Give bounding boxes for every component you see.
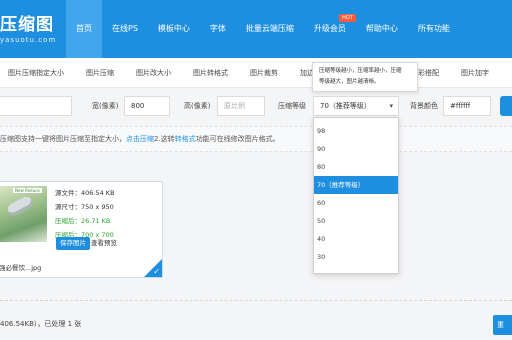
divider [0, 300, 512, 301]
level-option-40[interactable]: 40 [314, 230, 398, 248]
nav-batch-compress[interactable]: 批量云端压缩 [236, 0, 304, 58]
info-mid: 2.这转 [154, 135, 175, 143]
logo-text: 压缩图 [0, 15, 54, 35]
info-link-compress[interactable]: 点击压缩 [126, 135, 154, 143]
bg-color-input[interactable]: #ffffff [443, 96, 491, 116]
nav-home[interactable]: 首页 [66, 0, 102, 58]
image-thumbnail[interactable]: New Reduce [0, 186, 47, 242]
level-option-50[interactable]: 50 [314, 212, 398, 230]
info-link-convert[interactable]: 转格式 [175, 135, 196, 143]
save-image-button[interactable]: 保存图片 [56, 237, 90, 250]
subnav-crop[interactable]: 图片裁剪 [250, 68, 278, 78]
subnav-compress-to-size[interactable]: 图片压缩指定大小 [8, 68, 64, 78]
top-nav-bar: 压缩图 yasuotu.com 首页 在线PS 模板中心 字体 批量云端压缩 升… [0, 0, 512, 58]
check-icon: ✓ [153, 267, 160, 276]
subnav-convert-format[interactable]: 图片转格式 [193, 68, 228, 78]
logo-subtext: yasuotu.com [0, 36, 57, 44]
level-label: 压缩等级 [278, 102, 306, 110]
info-prefix: 压缩图支持一键将图片压缩至指定大小， [0, 135, 126, 143]
processing-summary: 406.54KB），已处理 1 张 [0, 320, 82, 328]
level-option-90[interactable]: 90 [314, 140, 398, 158]
width-input[interactable]: 800 [124, 96, 170, 116]
chevron-down-icon: ▾ [389, 102, 393, 110]
source-size: 源文件：406.54 KB [55, 189, 115, 197]
file-name: 强必餐饮...jpg [0, 264, 42, 272]
nav-help[interactable]: 帮助中心 [356, 0, 408, 58]
subnav-add-text[interactable]: 图片加字 [461, 68, 489, 78]
tooltip-line-1: 压缩等级越小，压缩率越小，压缩 [319, 68, 402, 74]
info-suffix: 功能可在线修改图片格式。 [195, 135, 280, 143]
level-option-80[interactable]: 80 [314, 158, 398, 176]
level-option-98[interactable]: 98 [314, 122, 398, 140]
width-label: 宽(像素) [92, 102, 119, 110]
site-logo[interactable]: 压缩图 yasuotu.com [0, 10, 56, 44]
nav-online-ps[interactable]: 在线PS [102, 0, 148, 58]
compress-settings-row: 宽(像素) 800 高(像素) 原比例 压缩等级 70（推荐等级） ▾ 背景颜色… [0, 93, 512, 119]
level-option-60[interactable]: 60 [314, 194, 398, 212]
info-banner: 压缩图支持一键将图片压缩至指定大小，点击压缩2.这转转格式功能可在线修改图片格式… [0, 126, 512, 152]
tooltip-line-2: 等级越大，图片越清晰。 [319, 79, 380, 85]
bottom-action-button[interactable]: 重 [493, 315, 512, 335]
main-nav: 首页 在线PS 模板中心 字体 批量云端压缩 升级会员 HOT 帮助中心 所有功能 [66, 0, 460, 58]
nav-templates[interactable]: 模板中心 [148, 0, 200, 58]
level-select-value: 70（推荐等级） [320, 102, 371, 110]
bg-color-label: 背景颜色 [410, 102, 438, 110]
level-tooltip: 压缩等级越小，压缩率越小，压缩 等级越大，图片越清晰。 [312, 62, 418, 92]
subnav-compress[interactable]: 图片压缩 [86, 68, 114, 78]
hot-badge: HOT [339, 14, 356, 22]
image-result-card[interactable]: New Reduce 源文件：406.54 KB 源尺寸：750 x 950 压… [0, 181, 163, 278]
compress-button[interactable] [500, 96, 512, 116]
nav-all-features[interactable]: 所有功能 [408, 0, 460, 58]
thumbnail-object [5, 194, 35, 218]
height-input[interactable]: 原比例 [217, 96, 265, 116]
thumbnail-tag: New Reduce [13, 188, 42, 193]
compressed-size: 压缩后：26.71 KB [55, 217, 111, 225]
level-option-30[interactable]: 30 [314, 248, 398, 266]
image-info: 源文件：406.54 KB 源尺寸：750 x 950 压缩后：26.71 KB… [55, 186, 115, 242]
size-input[interactable] [0, 96, 72, 116]
nav-fonts[interactable]: 字体 [200, 0, 236, 58]
source-dimensions: 源尺寸：750 x 950 [55, 203, 114, 211]
nav-upgrade-vip[interactable]: 升级会员 HOT [304, 0, 356, 58]
height-label: 高(像素) [184, 102, 211, 110]
level-select[interactable]: 70（推荐等级） ▾ [313, 96, 399, 116]
level-option-70-selected[interactable]: 70（推荐等级） [314, 176, 398, 194]
tool-subnav: 图片压缩指定大小 图片压缩 图片改大小 图片转格式 图片裁剪 加边框 色彩搭配 … [0, 58, 512, 88]
subnav-resize[interactable]: 图片改大小 [136, 68, 171, 78]
level-dropdown-menu: 98 90 80 70（推荐等级） 60 50 40 30 [313, 117, 399, 274]
view-preview-link[interactable]: 查看预览 [91, 237, 117, 250]
